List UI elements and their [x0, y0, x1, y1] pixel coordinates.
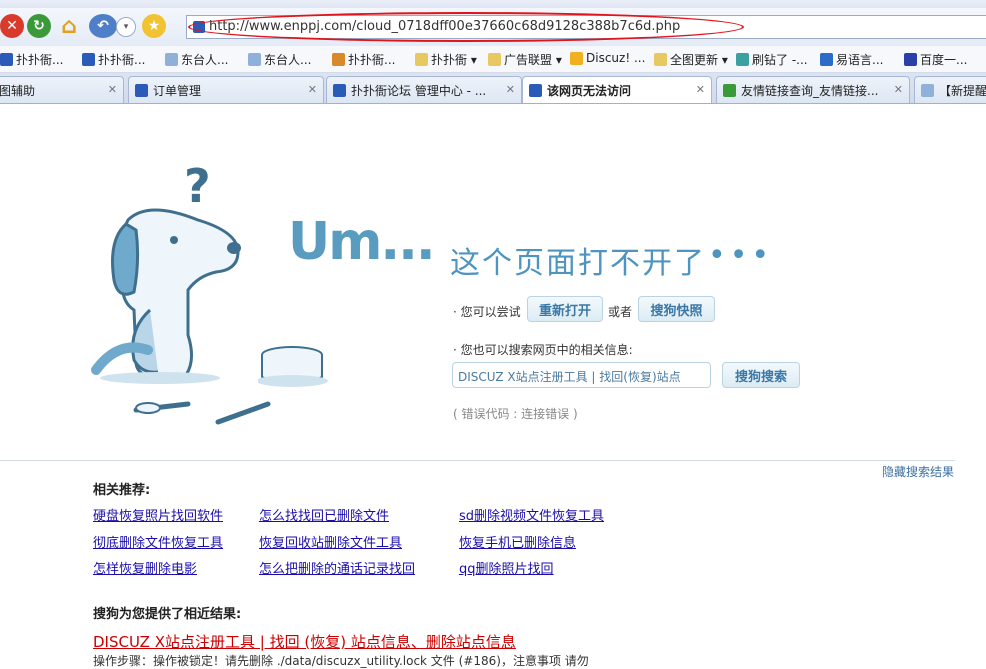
admin-icon: [135, 83, 148, 97]
red-annotation-oval: [188, 12, 744, 42]
ie-page-icon: [0, 53, 13, 66]
bookmark-item[interactable]: 扑扑衙...: [332, 51, 395, 68]
bookmark-item[interactable]: 百度一...: [904, 51, 967, 68]
recommend-link[interactable]: 怎么把删除的通话记录找回: [259, 558, 415, 577]
question-mark-icon: ?: [184, 160, 211, 213]
bookmark-folder[interactable]: 广告联盟 ▾: [488, 51, 562, 68]
bookmark-item[interactable]: 扑扑衙...: [0, 51, 63, 68]
bookmark-folder[interactable]: 全图更新 ▾: [654, 51, 728, 68]
back-dropdown-icon[interactable]: ▾: [116, 17, 136, 37]
ie-page-icon: [82, 53, 95, 66]
close-icon[interactable]: ✕: [308, 83, 317, 96]
yi-icon: [820, 53, 833, 66]
recommend-link[interactable]: 怎么找找回已删除文件: [259, 505, 389, 524]
bookmark-folder[interactable]: 扑扑衙 ▾: [415, 51, 477, 68]
recommend-link[interactable]: 彻底删除文件恢复工具: [93, 532, 223, 551]
folder-icon: [488, 53, 501, 66]
recommend-link[interactable]: qq删除照片找回: [459, 558, 554, 577]
home-icon[interactable]: ⌂: [57, 14, 81, 39]
trophy-icon: [570, 51, 583, 65]
ellipsis-dots: •••: [708, 238, 774, 273]
tab-error-page[interactable]: 该网页无法访问 ✕: [522, 76, 712, 103]
sogou-search-button[interactable]: 搜狗搜索: [722, 362, 800, 388]
reopen-button[interactable]: 重新打开: [527, 296, 603, 322]
window-title-strip: [0, 0, 986, 8]
df-icon: [921, 83, 934, 97]
df-icon: [248, 53, 261, 66]
bookmark-item[interactable]: 刷钻了 -...: [736, 51, 808, 68]
close-icon[interactable]: ✕: [894, 83, 903, 96]
error-headline: 这个页面打不开了: [450, 246, 706, 281]
recommend-link[interactable]: 恢复手机已删除信息: [459, 532, 576, 551]
bookmarks-bar: 扑扑衙... 扑扑衙... 东台人... 东台人... 扑扑衙... 扑扑衙 ▾…: [0, 46, 986, 73]
recommend-link[interactable]: 恢复回收站删除文件工具: [259, 532, 402, 551]
tab-new-reminder[interactable]: 【新提醒: [914, 76, 986, 103]
hide-results-link[interactable]: 隐藏搜索结果: [882, 463, 954, 480]
try-text: · 您可以尝试: [453, 305, 521, 319]
close-icon[interactable]: ✕: [506, 83, 515, 96]
close-icon[interactable]: ✕: [108, 83, 117, 96]
result-snippet: 操作步骤：操作被锁定！请先删除 ./data/discuzx_utility.l…: [93, 654, 589, 668]
tab-strip: 图辅助 ✕ 订单管理 ✕ 扑扑衙论坛 管理中心 - ... ✕ 该网页无法访问 ✕ 友情…: [0, 73, 986, 104]
folder-icon: [415, 53, 428, 66]
df-icon: [165, 53, 178, 66]
tab-friend-links[interactable]: 友情链接查询_友情链接... ✕: [716, 76, 910, 103]
search-hint: · 您也可以搜索网页中的相关信息:: [453, 343, 633, 357]
recommend-title: 相关推荐:: [93, 483, 151, 498]
bookmark-item[interactable]: 东台人...: [248, 51, 311, 68]
colorful-icon: [332, 53, 345, 66]
ie-page-icon: [529, 83, 542, 97]
tab-orders[interactable]: 订单管理 ✕: [128, 76, 324, 103]
folder-icon: [654, 53, 667, 66]
tab-forum-admin[interactable]: 扑扑衙论坛 管理中心 - ... ✕: [326, 76, 522, 103]
recommend-link[interactable]: 怎样恢复删除电影: [93, 558, 197, 577]
tab-assist[interactable]: 图辅助 ✕: [0, 76, 124, 103]
error-code: ( 错误代码 : 连接错误 ): [453, 407, 578, 421]
snapshot-button[interactable]: 搜狗快照: [638, 296, 715, 322]
stop-icon[interactable]: ✕: [0, 14, 24, 38]
search-input[interactable]: DISCUZ X站点注册工具 | 找回(恢复)站点: [452, 362, 711, 388]
back-icon[interactable]: ↶: [89, 14, 117, 38]
or-text: 或者: [608, 305, 633, 319]
result-title-link[interactable]: DISCUZ X站点注册工具 | 找回 (恢复) 站点信息、删除站点信息: [93, 631, 516, 652]
baidu-paw-icon: [904, 53, 917, 66]
food-bowl-icon: [258, 346, 328, 387]
um-heading: Um...: [288, 212, 436, 272]
diamond-icon: [736, 53, 749, 66]
bookmark-item[interactable]: 扑扑衙...: [82, 51, 145, 68]
ie-page-icon: [333, 83, 346, 97]
refresh-icon[interactable]: ↻: [27, 14, 51, 38]
divider: [0, 460, 955, 461]
bookmark-item[interactable]: 易语言...: [820, 51, 883, 68]
favorites-star-icon[interactable]: ★: [142, 14, 166, 38]
bookmark-item[interactable]: 东台人...: [165, 51, 228, 68]
recommend-link[interactable]: sd删除视频文件恢复工具: [459, 505, 604, 524]
close-icon[interactable]: ✕: [696, 83, 705, 96]
near-results-title: 搜狗为您提供了相近结果:: [93, 607, 242, 622]
recommend-link[interactable]: 硬盘恢复照片找回软件: [93, 505, 223, 524]
link-check-icon: [723, 83, 736, 97]
bookmark-item[interactable]: Discuz! ...: [570, 51, 645, 65]
